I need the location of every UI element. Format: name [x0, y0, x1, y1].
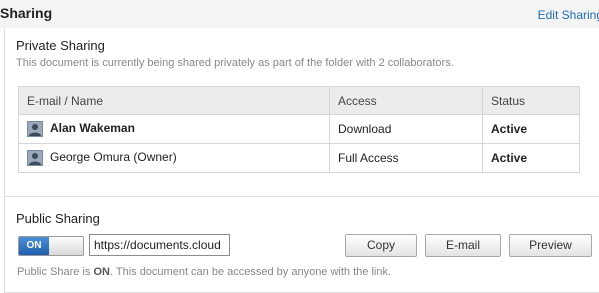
- copy-button[interactable]: Copy: [345, 234, 417, 257]
- public-share-note: Public Share is ON. This document can be…: [17, 266, 391, 278]
- status-cell: Active: [482, 143, 580, 173]
- page-title: Sharing: [0, 5, 53, 21]
- collaborator-name: Alan Wakeman: [50, 121, 135, 136]
- collaborator-name: George Omura (Owner): [50, 150, 177, 165]
- table-row: George Omura (Owner) Full Access Active: [18, 143, 580, 173]
- private-sharing-description: This document is currently being shared …: [16, 57, 454, 69]
- private-sharing-heading: Private Sharing: [16, 38, 105, 53]
- table-header-row: E-mail / Name Access Status: [18, 86, 580, 115]
- column-header-status: Status: [482, 86, 580, 115]
- preview-button[interactable]: Preview: [509, 234, 592, 257]
- access-cell: Download: [329, 114, 483, 144]
- table-row: Alan Wakeman Download Active: [18, 114, 580, 144]
- section-divider: [4, 196, 599, 197]
- sharing-header: Sharing Edit Sharing: [0, 0, 599, 28]
- edit-sharing-link[interactable]: Edit Sharing: [538, 8, 599, 22]
- user-avatar-icon: [27, 121, 43, 137]
- public-share-toggle[interactable]: ON: [18, 236, 84, 256]
- public-url-input[interactable]: [89, 234, 230, 256]
- user-avatar-icon: [27, 150, 43, 166]
- public-sharing-heading: Public Sharing: [16, 211, 100, 226]
- email-button[interactable]: E-mail: [425, 234, 501, 257]
- collaborator-cell: George Omura (Owner): [18, 143, 330, 173]
- status-cell: Active: [482, 114, 580, 144]
- note-state: ON: [93, 266, 110, 278]
- collaborator-cell: Alan Wakeman: [18, 114, 330, 144]
- toggle-on-label: ON: [19, 237, 49, 255]
- access-cell: Full Access: [329, 143, 483, 173]
- column-header-name: E-mail / Name: [18, 86, 330, 115]
- note-suffix: . This document can be accessed by anyon…: [109, 266, 392, 278]
- column-header-access: Access: [329, 86, 483, 115]
- note-prefix: Public Share is: [17, 266, 94, 278]
- collaborators-table: E-mail / Name Access Status Alan Wakeman…: [18, 86, 580, 173]
